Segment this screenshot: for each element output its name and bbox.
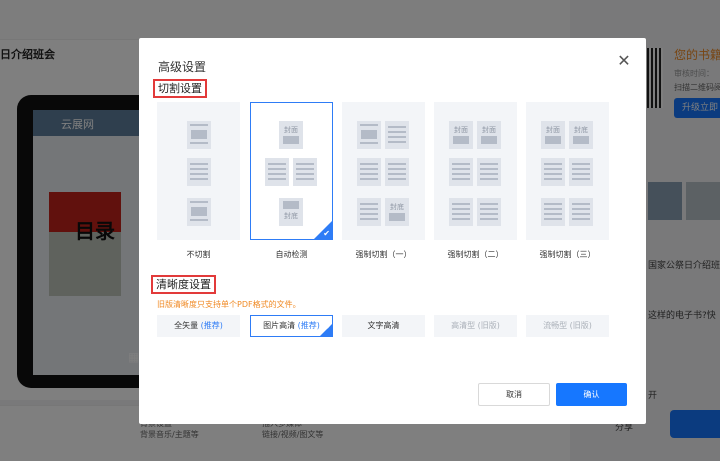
advanced-settings-dialog: 高级设置 ✕ 切割设置 不切割 封面 封底 ✔ 自动检测 封底 强制切割（一） …	[139, 38, 646, 424]
quality-option-label: 流畅型 (旧版)	[543, 321, 592, 330]
page-thumb-icon	[187, 198, 211, 226]
split-option-label: 强制切割（二）	[447, 250, 504, 259]
page-thumb-icon	[357, 198, 381, 226]
page-thumb-icon: 封底	[569, 121, 593, 149]
dialog-title: 高级设置	[158, 60, 207, 74]
confirm-button[interactable]: 确认	[556, 383, 627, 406]
recommended-tag: (推荐)	[200, 321, 223, 330]
page-thumb-icon	[541, 158, 565, 186]
quality-option-hd-legacy[interactable]: 高清型 (旧版)	[434, 315, 517, 337]
quality-option-text-hd[interactable]: 文字高清	[342, 315, 425, 337]
checkmark-icon: ✔	[323, 229, 330, 238]
split-option-force-1[interactable]: 封底	[342, 102, 425, 240]
quality-option-image-hd[interactable]: 图片高清 (推荐) ✔	[250, 315, 333, 337]
quality-option-label: 高清型 (旧版)	[451, 321, 500, 330]
page-thumb-icon: 封底	[385, 198, 409, 226]
quality-option-label: 文字高清	[367, 321, 400, 330]
cancel-button[interactable]: 取消	[478, 383, 550, 406]
page-thumb-icon: 封底	[279, 198, 303, 226]
recommended-tag: (推荐)	[297, 321, 320, 330]
page-thumb-icon	[357, 158, 381, 186]
page-thumb-icon	[187, 158, 211, 186]
page-thumb-icon: 封面	[449, 121, 473, 149]
quality-option-smooth-legacy[interactable]: 流畅型 (旧版)	[526, 315, 609, 337]
page-thumb-icon: 封面	[279, 121, 303, 149]
split-option-force-3[interactable]: 封面 封底	[526, 102, 609, 240]
page-thumb-icon	[569, 158, 593, 186]
split-option-label: 强制切割（一）	[355, 250, 412, 259]
split-option-auto[interactable]: 封面 封底 ✔	[250, 102, 333, 240]
close-icon[interactable]: ✕	[615, 52, 633, 70]
page-thumb-icon	[187, 121, 211, 149]
page-thumb-icon: 封面	[541, 121, 565, 149]
split-option-label: 不切割	[186, 250, 211, 259]
quality-settings-label: 清晰度设置	[151, 275, 216, 294]
page-thumb-icon	[477, 158, 501, 186]
page-thumb-icon	[385, 121, 409, 149]
quality-warning: 旧版清晰度只支持单个PDF格式的文件。	[157, 300, 301, 309]
page-thumb-icon	[569, 198, 593, 226]
split-option-none[interactable]	[157, 102, 240, 240]
split-option-label: 自动检测	[275, 250, 308, 259]
page-thumb-icon	[541, 198, 565, 226]
page-thumb-icon	[357, 121, 381, 149]
split-option-label: 强制切割（三）	[539, 250, 596, 259]
page-thumb-icon	[265, 158, 289, 186]
page-thumb-icon	[477, 198, 501, 226]
page-thumb-icon	[293, 158, 317, 186]
checkmark-icon: ✔	[325, 324, 331, 331]
quality-option-label: 全矢量	[174, 321, 199, 330]
page-thumb-icon	[449, 198, 473, 226]
split-option-force-2[interactable]: 封面 封面	[434, 102, 517, 240]
quality-option-label: 图片高清	[263, 321, 296, 330]
page-thumb-icon: 封面	[477, 121, 501, 149]
page-thumb-icon	[385, 158, 409, 186]
page-thumb-icon	[449, 158, 473, 186]
quality-option-vector[interactable]: 全矢量 (推荐)	[157, 315, 240, 337]
split-settings-label: 切割设置	[153, 79, 207, 98]
